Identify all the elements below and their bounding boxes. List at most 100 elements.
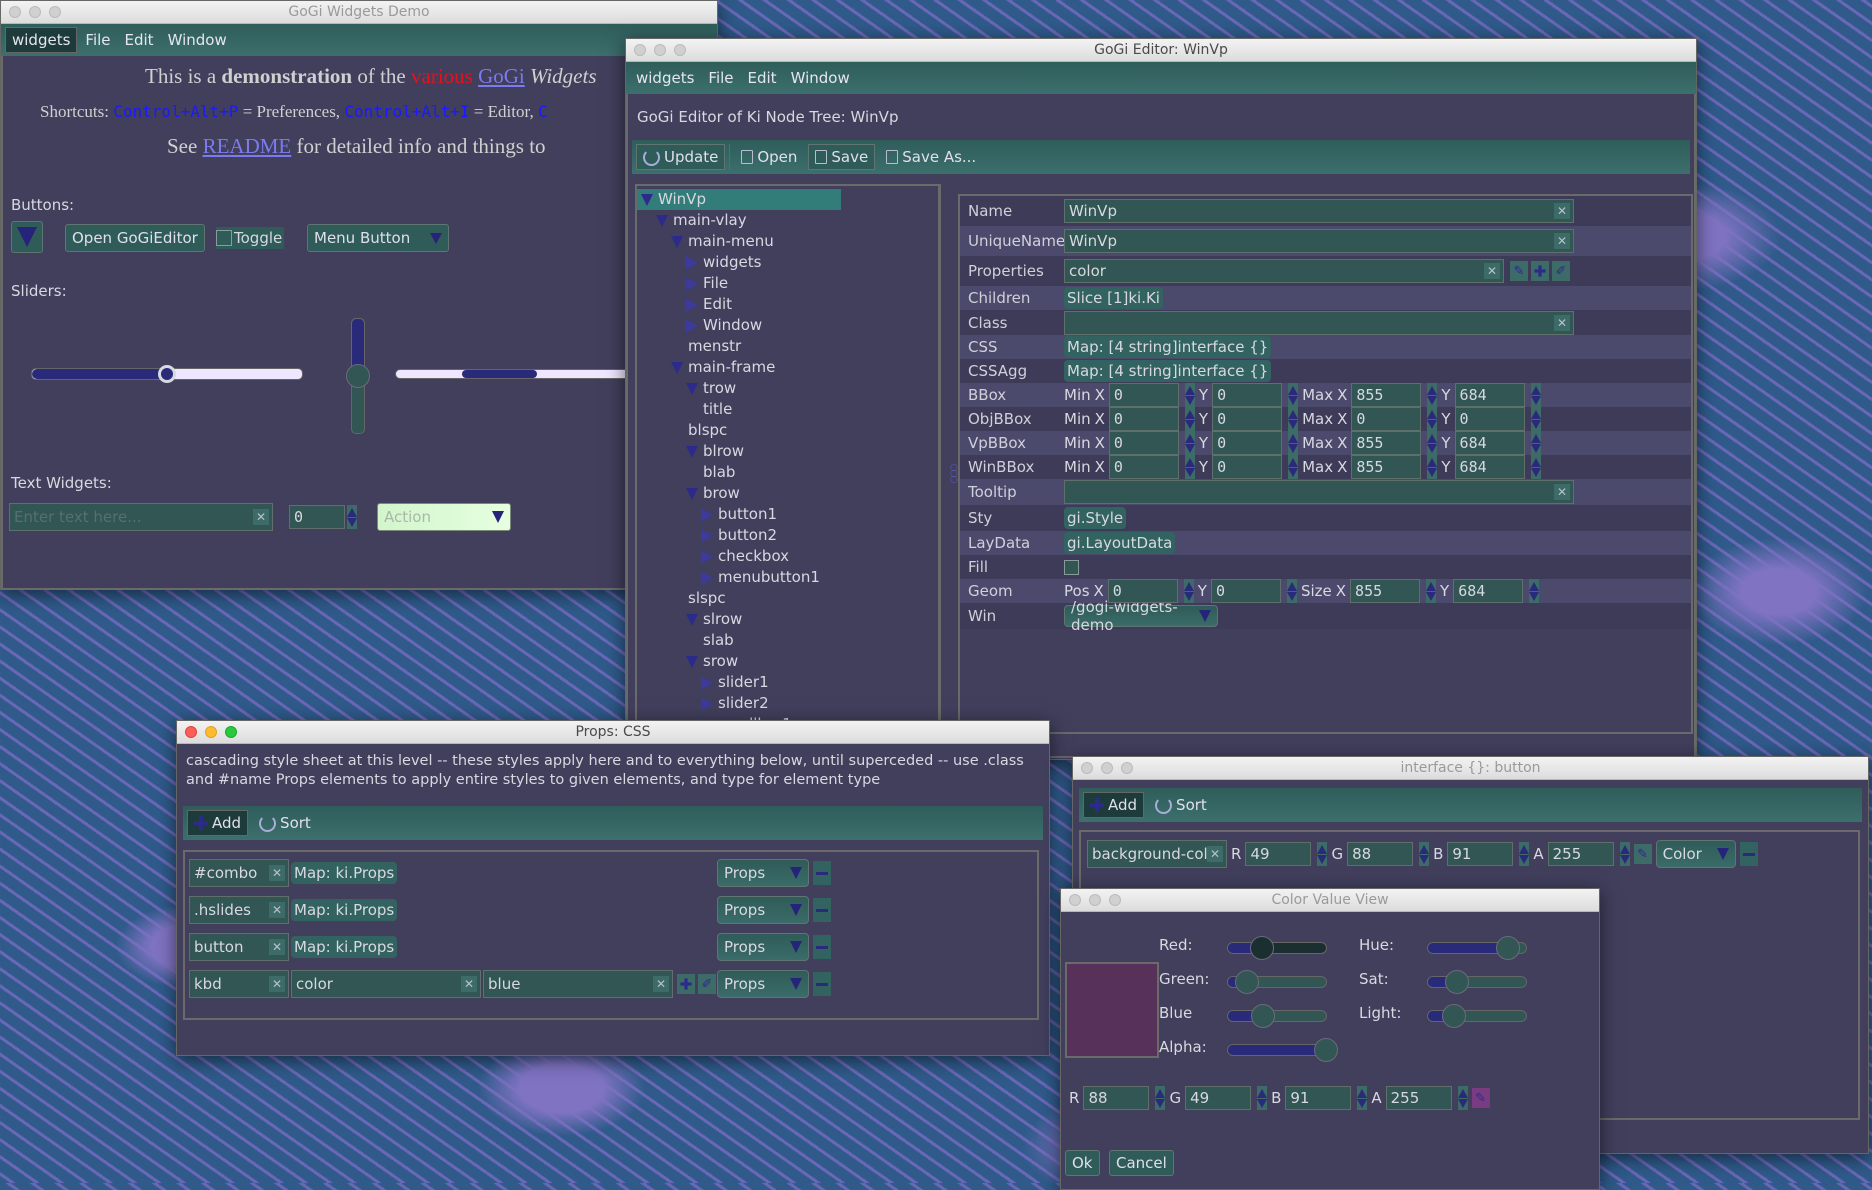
map-button[interactable]: Map: ki.Props [291, 936, 398, 958]
blue-slider[interactable] [1227, 1004, 1327, 1028]
max-x-field[interactable]: 855 [1351, 455, 1422, 479]
min-y-field-stepper[interactable] [1288, 407, 1299, 431]
css-button[interactable]: Map: [4 string]interface {} [1064, 336, 1272, 358]
tree-node[interactable]: WinVp [637, 189, 841, 210]
type-combo[interactable]: Props [717, 896, 809, 924]
window-titlebar[interactable]: GoGi Editor: WinVp [626, 39, 1696, 62]
unique-name-field[interactable]: WinVp ✕ [1064, 229, 1574, 253]
close-button[interactable] [9, 6, 21, 18]
min-y-field[interactable]: 0 [1212, 407, 1283, 431]
clear-icon[interactable]: ✕ [269, 865, 285, 881]
zoom-button[interactable] [225, 726, 237, 738]
slider1[interactable] [31, 365, 303, 383]
tree-node[interactable]: blrow [637, 441, 938, 462]
menu-edit[interactable]: Edit [119, 28, 160, 52]
clear-icon[interactable]: ✕ [269, 976, 285, 992]
name-field[interactable]: WinVp ✕ [1064, 199, 1574, 223]
min-x-field-stepper[interactable] [1184, 431, 1195, 455]
max-x-field-stepper[interactable] [1427, 383, 1438, 407]
eyedropper-icon[interactable]: ✎ [1633, 844, 1652, 864]
a-stepper[interactable] [1619, 842, 1630, 866]
css-agg-button[interactable]: Map: [4 string]interface {} [1064, 360, 1272, 382]
key-field[interactable]: background-col ✕ [1087, 840, 1227, 868]
collapsed-icon[interactable] [686, 255, 698, 270]
menu-widgets[interactable]: widgets [630, 66, 700, 90]
prop-value-field[interactable]: blue ✕ [483, 970, 673, 998]
window-titlebar[interactable]: Props: CSS [177, 721, 1049, 744]
max-y-field-stepper[interactable] [1530, 431, 1541, 455]
zoom-button[interactable] [674, 44, 686, 56]
menu-window[interactable]: Window [162, 28, 233, 52]
update-button[interactable]: Update [636, 144, 726, 170]
tree-node[interactable]: menubutton1 [637, 567, 938, 588]
clear-icon[interactable]: ✕ [1554, 484, 1570, 500]
min-y-field[interactable]: 0 [1212, 431, 1283, 455]
type-combo[interactable]: Props [717, 933, 809, 961]
type-combo[interactable]: Color [1655, 840, 1736, 868]
tooltip-field[interactable]: ✕ [1064, 480, 1574, 504]
eyedropper-icon[interactable]: ✎ [1471, 1088, 1490, 1108]
tree-node[interactable]: blab [637, 462, 938, 483]
expanded-icon[interactable] [686, 655, 698, 668]
checkbox-box[interactable] [216, 230, 232, 246]
open-gogi-editor-button[interactable]: Open GoGiEditor [65, 224, 205, 252]
properties-field[interactable]: color ✕ [1064, 259, 1504, 283]
toggle-checkbox[interactable]: Toggle [216, 227, 285, 249]
min-x-field[interactable]: 0 [1108, 455, 1179, 479]
min-x-field[interactable]: 0 [1108, 431, 1179, 455]
max-y-field[interactable]: 684 [1454, 431, 1525, 455]
a-stepper[interactable] [1457, 1086, 1468, 1110]
b-field[interactable]: 91 [1285, 1086, 1352, 1110]
collapsed-icon[interactable] [686, 276, 698, 291]
slider2-vertical[interactable] [346, 318, 370, 434]
clear-icon[interactable]: ✕ [653, 976, 669, 992]
delete-button[interactable] [813, 861, 831, 885]
save-button[interactable]: Save [808, 144, 876, 170]
css-key-field[interactable]: #combo ✕ [189, 859, 289, 887]
ok-button[interactable]: Ok [1065, 1150, 1100, 1176]
type-combo[interactable]: Props [717, 970, 809, 998]
add-button[interactable]: Add [187, 810, 249, 836]
collapsed-icon[interactable] [701, 507, 713, 522]
size-x-field-stepper[interactable] [1426, 579, 1437, 603]
minimize-button[interactable] [1089, 894, 1101, 906]
pos-y-field[interactable]: 0 [1210, 579, 1281, 603]
collapsed-icon[interactable] [701, 528, 713, 543]
tree-node[interactable]: trow [637, 378, 938, 399]
g-stepper[interactable] [1257, 1086, 1268, 1110]
green-slider[interactable] [1227, 970, 1327, 994]
collapsed-icon[interactable] [701, 570, 713, 585]
clear-icon[interactable]: ✕ [1554, 233, 1570, 249]
sat-slider[interactable] [1427, 970, 1527, 994]
tree-node[interactable]: main-frame [637, 357, 938, 378]
min-y-field-stepper[interactable] [1288, 383, 1299, 407]
alpha-slider-knob[interactable] [1314, 1038, 1338, 1062]
zoom-button[interactable] [1109, 894, 1121, 906]
expanded-icon[interactable] [641, 193, 653, 206]
scrollbar1-thumb[interactable] [461, 370, 538, 378]
min-y-field-stepper[interactable] [1288, 431, 1299, 455]
eyedropper-icon[interactable]: ✎ [1510, 261, 1528, 281]
g-field[interactable]: 88 [1347, 842, 1414, 866]
max-y-field[interactable]: 0 [1454, 407, 1525, 431]
min-x-field[interactable]: 0 [1108, 383, 1179, 407]
open-button[interactable]: Open [734, 144, 804, 170]
pos-x-field[interactable]: 0 [1107, 579, 1178, 603]
min-x-field[interactable]: 0 [1108, 407, 1179, 431]
size-y-field[interactable]: 684 [1453, 579, 1524, 603]
splitter-handle[interactable]: ○ ○ ○ [950, 464, 958, 485]
tree-node[interactable]: menstr [637, 336, 938, 357]
max-y-field-stepper[interactable] [1530, 407, 1541, 431]
min-x-field-stepper[interactable] [1184, 407, 1195, 431]
spin-box[interactable]: 0 [289, 505, 345, 529]
menu-file[interactable]: File [702, 66, 739, 90]
r-field[interactable]: 49 [1245, 842, 1312, 866]
expanded-icon[interactable] [671, 235, 683, 248]
min-y-field[interactable]: 0 [1212, 455, 1283, 479]
clear-icon[interactable]: ✕ [1207, 846, 1223, 862]
map-button[interactable]: Map: ki.Props [291, 862, 398, 884]
collapsed-icon[interactable] [686, 318, 698, 333]
red-slider[interactable] [1227, 936, 1327, 960]
max-y-field-stepper[interactable] [1530, 455, 1541, 479]
close-button[interactable] [185, 726, 197, 738]
